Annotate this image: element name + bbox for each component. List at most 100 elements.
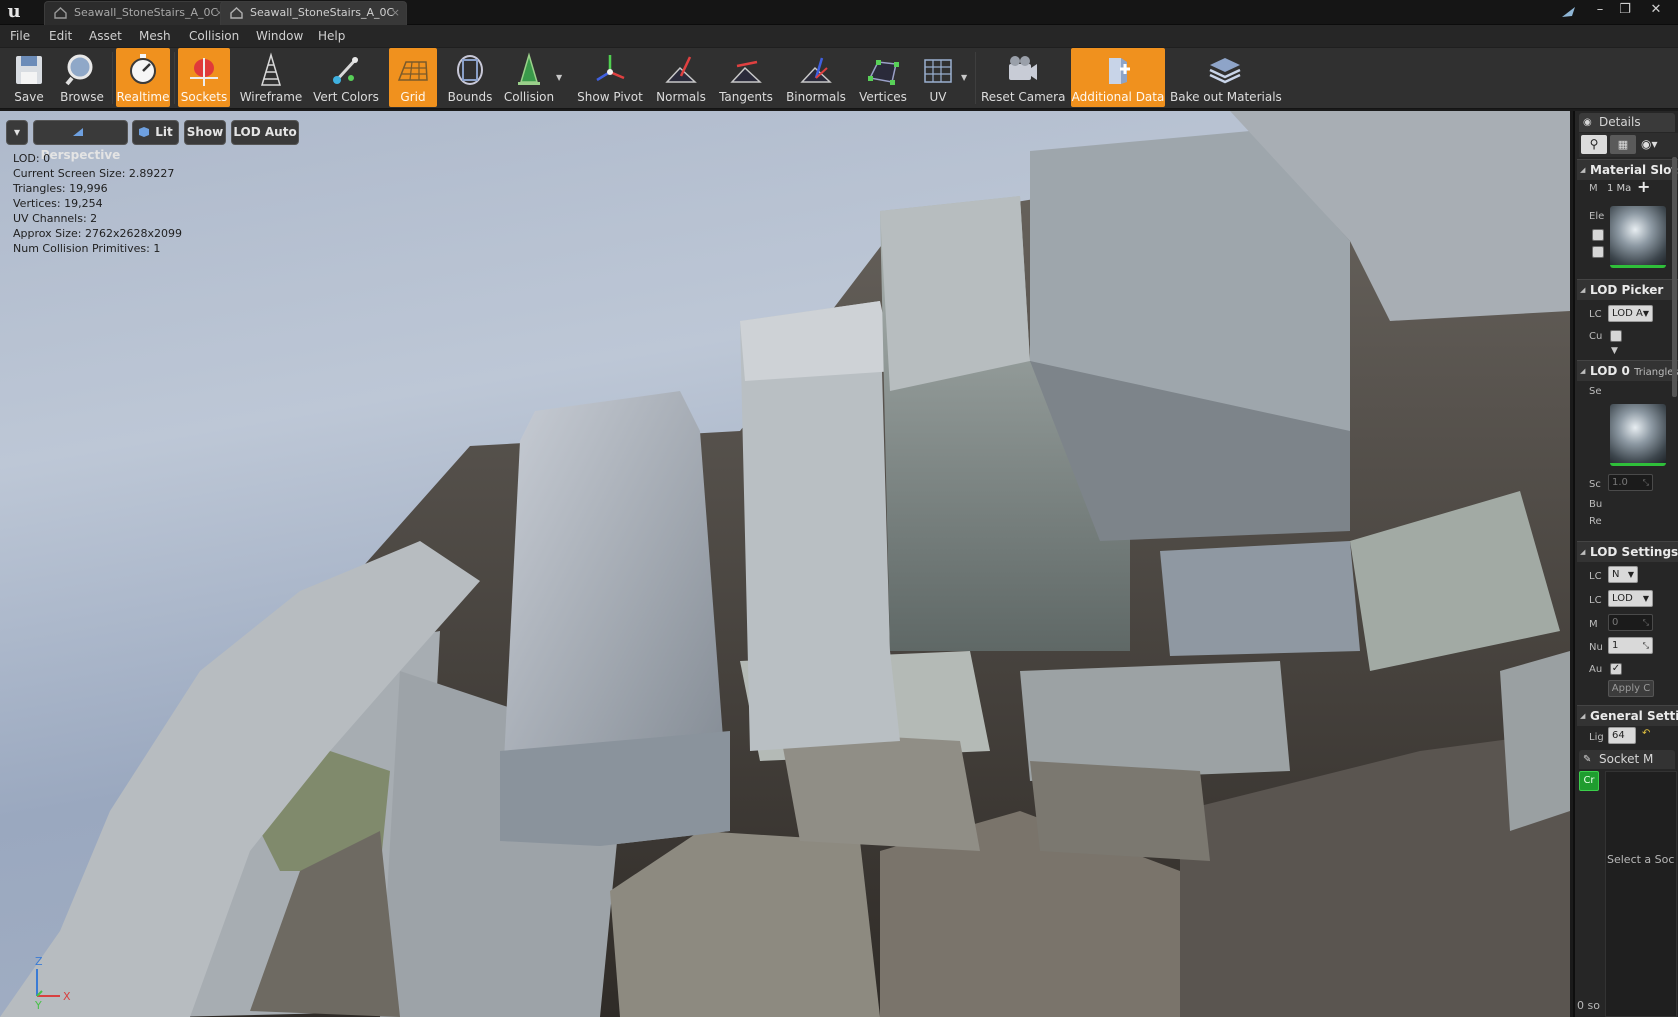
bounds-button[interactable]: Bounds xyxy=(445,48,495,107)
lod0-screen-size-field[interactable]: 1.0 ⤡ xyxy=(1608,474,1653,491)
vert-colors-label: Vert Colors xyxy=(313,90,379,104)
tangents-button[interactable]: Tangents xyxy=(716,48,776,107)
lod-picker-dropdown[interactable]: LOD A ▼ xyxy=(1608,305,1653,322)
show-pivot-label: Show Pivot xyxy=(577,90,643,104)
reset-camera-button[interactable]: Reset Camera xyxy=(981,48,1065,107)
property-matrix-icon[interactable]: ▦ xyxy=(1610,135,1636,154)
wireframe-button[interactable]: Wireframe xyxy=(237,48,305,107)
create-socket-button[interactable]: Cr xyxy=(1579,771,1599,791)
min-lod-field[interactable]: 0 ⤡ xyxy=(1608,614,1653,631)
menu-file[interactable]: File xyxy=(10,27,30,45)
close-tab-icon[interactable]: × xyxy=(391,2,400,24)
realtime-icon xyxy=(130,54,156,84)
collision-dropdown-icon[interactable]: ▼ xyxy=(556,73,562,82)
collision-button[interactable]: Collision xyxy=(501,48,557,107)
bake-out-materials-button[interactable]: Bake out Materials xyxy=(1170,48,1282,107)
close-window-button[interactable]: ✕ xyxy=(1644,0,1668,22)
sockets-toggle[interactable]: Sockets xyxy=(178,48,230,107)
stat-uv-channels: UV Channels: 2 xyxy=(13,212,98,225)
show-pivot-button[interactable]: Show Pivot xyxy=(574,48,646,107)
lod-group-dropdown[interactable]: N ▼ xyxy=(1608,566,1638,583)
vertices-button[interactable]: Vertices xyxy=(855,48,911,107)
save-label: Save xyxy=(14,90,44,104)
feedback-icon[interactable] xyxy=(1560,4,1578,20)
lod-settings-header[interactable]: LOD Settings xyxy=(1577,541,1678,562)
show-button[interactable]: Show xyxy=(184,120,226,145)
lod0-material-thumbnail[interactable] xyxy=(1610,404,1666,466)
element-checkbox-1[interactable] xyxy=(1592,229,1604,241)
vert-colors-button[interactable]: Vert Colors xyxy=(310,48,382,107)
grid-icon xyxy=(397,61,428,81)
stat-triangles: Triangles: 19,996 xyxy=(13,182,108,195)
bake-materials-icon xyxy=(1209,58,1241,84)
lod-import-dropdown[interactable]: LOD ▼ xyxy=(1608,590,1653,607)
lit-button[interactable]: Lit xyxy=(132,120,179,145)
mesh-viewport[interactable]: ▾ Perspective Lit Show LOD Auto LOD: 0 C… xyxy=(0,111,1570,1017)
additional-data-label: Additional Data xyxy=(1071,90,1165,104)
realtime-toggle[interactable]: Realtime xyxy=(116,48,170,107)
static-mesh-icon xyxy=(54,7,67,19)
expand-arrow-icon[interactable]: ▼ xyxy=(1611,346,1618,356)
normals-icon xyxy=(665,56,697,83)
uv-button[interactable]: UV xyxy=(914,48,962,107)
grid-toggle[interactable]: Grid xyxy=(389,48,437,107)
lod-group-label: LC xyxy=(1589,571,1602,582)
add-material-slot-icon[interactable]: + xyxy=(1637,177,1650,196)
general-settings-header[interactable]: General Settings xyxy=(1577,705,1678,726)
document-tab-2[interactable]: Seawall_StoneStairs_A_0C × xyxy=(220,1,407,25)
element-checkbox-2[interactable] xyxy=(1592,246,1604,258)
toolbar: Save Browse Realtime Sockets Wireframe V… xyxy=(0,47,1678,109)
viewport-options-button[interactable]: ▾ xyxy=(6,120,28,145)
lod0-reduction-settings-label[interactable]: Re xyxy=(1589,516,1602,527)
reset-to-default-icon[interactable]: ↶ xyxy=(1642,728,1650,739)
unreal-logo-icon[interactable]: u xyxy=(3,1,25,23)
minimize-button[interactable]: – xyxy=(1588,0,1612,22)
material-slots-header[interactable]: Material Slots xyxy=(1577,159,1678,180)
perspective-button[interactable]: Perspective xyxy=(33,120,128,162)
uv-dropdown-icon[interactable]: ▼ xyxy=(961,73,967,82)
num-lods-field[interactable]: 1 ⤡ xyxy=(1608,637,1653,654)
menu-help[interactable]: Help xyxy=(318,27,345,45)
document-tab-1[interactable]: Seawall_StoneStairs_A_0C × xyxy=(44,1,231,25)
tangents-icon xyxy=(730,60,762,83)
eye-visibility-icon[interactable]: ◉▾ xyxy=(1641,135,1671,154)
additional-data-toggle[interactable]: Additional Data xyxy=(1071,48,1165,107)
search-icon[interactable]: ⚲ xyxy=(1581,135,1607,154)
lod-auto-button[interactable]: LOD Auto xyxy=(231,120,299,145)
tangents-label: Tangents xyxy=(719,90,773,104)
menu-window[interactable]: Window xyxy=(256,27,303,45)
toolbar-separator xyxy=(112,52,113,104)
stone-stairs-mesh[interactable] xyxy=(0,111,1570,1017)
document-tab-label: Seawall_StoneStairs_A_0C xyxy=(250,6,395,19)
save-button[interactable]: Save xyxy=(5,48,53,107)
material-thumbnail[interactable] xyxy=(1610,206,1666,268)
bounds-label: Bounds xyxy=(447,90,493,104)
menu-collision[interactable]: Collision xyxy=(189,27,239,45)
stat-lod: LOD: 0 xyxy=(13,152,51,165)
socket-manager-icon: ✎ xyxy=(1583,754,1592,765)
details-panel: ◉ Details ⚲ ▦ ◉▾ Material Slots M 1 Ma +… xyxy=(1573,111,1678,1017)
material-slots-count: 1 Ma xyxy=(1607,183,1632,194)
socket-list[interactable] xyxy=(1605,771,1677,1017)
socket-manager-tab[interactable]: ✎ Socket M xyxy=(1579,750,1675,769)
axis-y-label: Y xyxy=(34,999,42,1011)
binormals-button[interactable]: Binormals xyxy=(782,48,850,107)
menu-asset[interactable]: Asset xyxy=(89,27,122,45)
realtime-label: Realtime xyxy=(116,90,170,104)
lod-picker-header[interactable]: LOD Picker xyxy=(1577,279,1678,300)
menu-edit[interactable]: Edit xyxy=(49,27,72,45)
lod0-build-settings-label[interactable]: Bu xyxy=(1589,499,1602,510)
normals-button[interactable]: Normals xyxy=(654,48,708,107)
auto-compute-checkbox[interactable]: ✓ xyxy=(1610,663,1622,675)
menu-mesh[interactable]: Mesh xyxy=(139,27,171,45)
details-scrollbar[interactable] xyxy=(1672,157,1677,397)
restore-button[interactable]: ❐ xyxy=(1613,0,1637,22)
custom-lod-checkbox[interactable] xyxy=(1610,330,1622,342)
light-map-resolution-field[interactable]: 64 xyxy=(1608,727,1636,744)
perspective-icon xyxy=(73,128,83,136)
browse-button[interactable]: Browse xyxy=(55,48,109,107)
apply-changes-button[interactable]: Apply C xyxy=(1608,680,1654,697)
vert-colors-icon xyxy=(333,56,359,84)
details-tab[interactable]: ◉ Details xyxy=(1579,113,1675,132)
lod0-header[interactable]: LOD 0 Triangles xyxy=(1577,360,1678,381)
